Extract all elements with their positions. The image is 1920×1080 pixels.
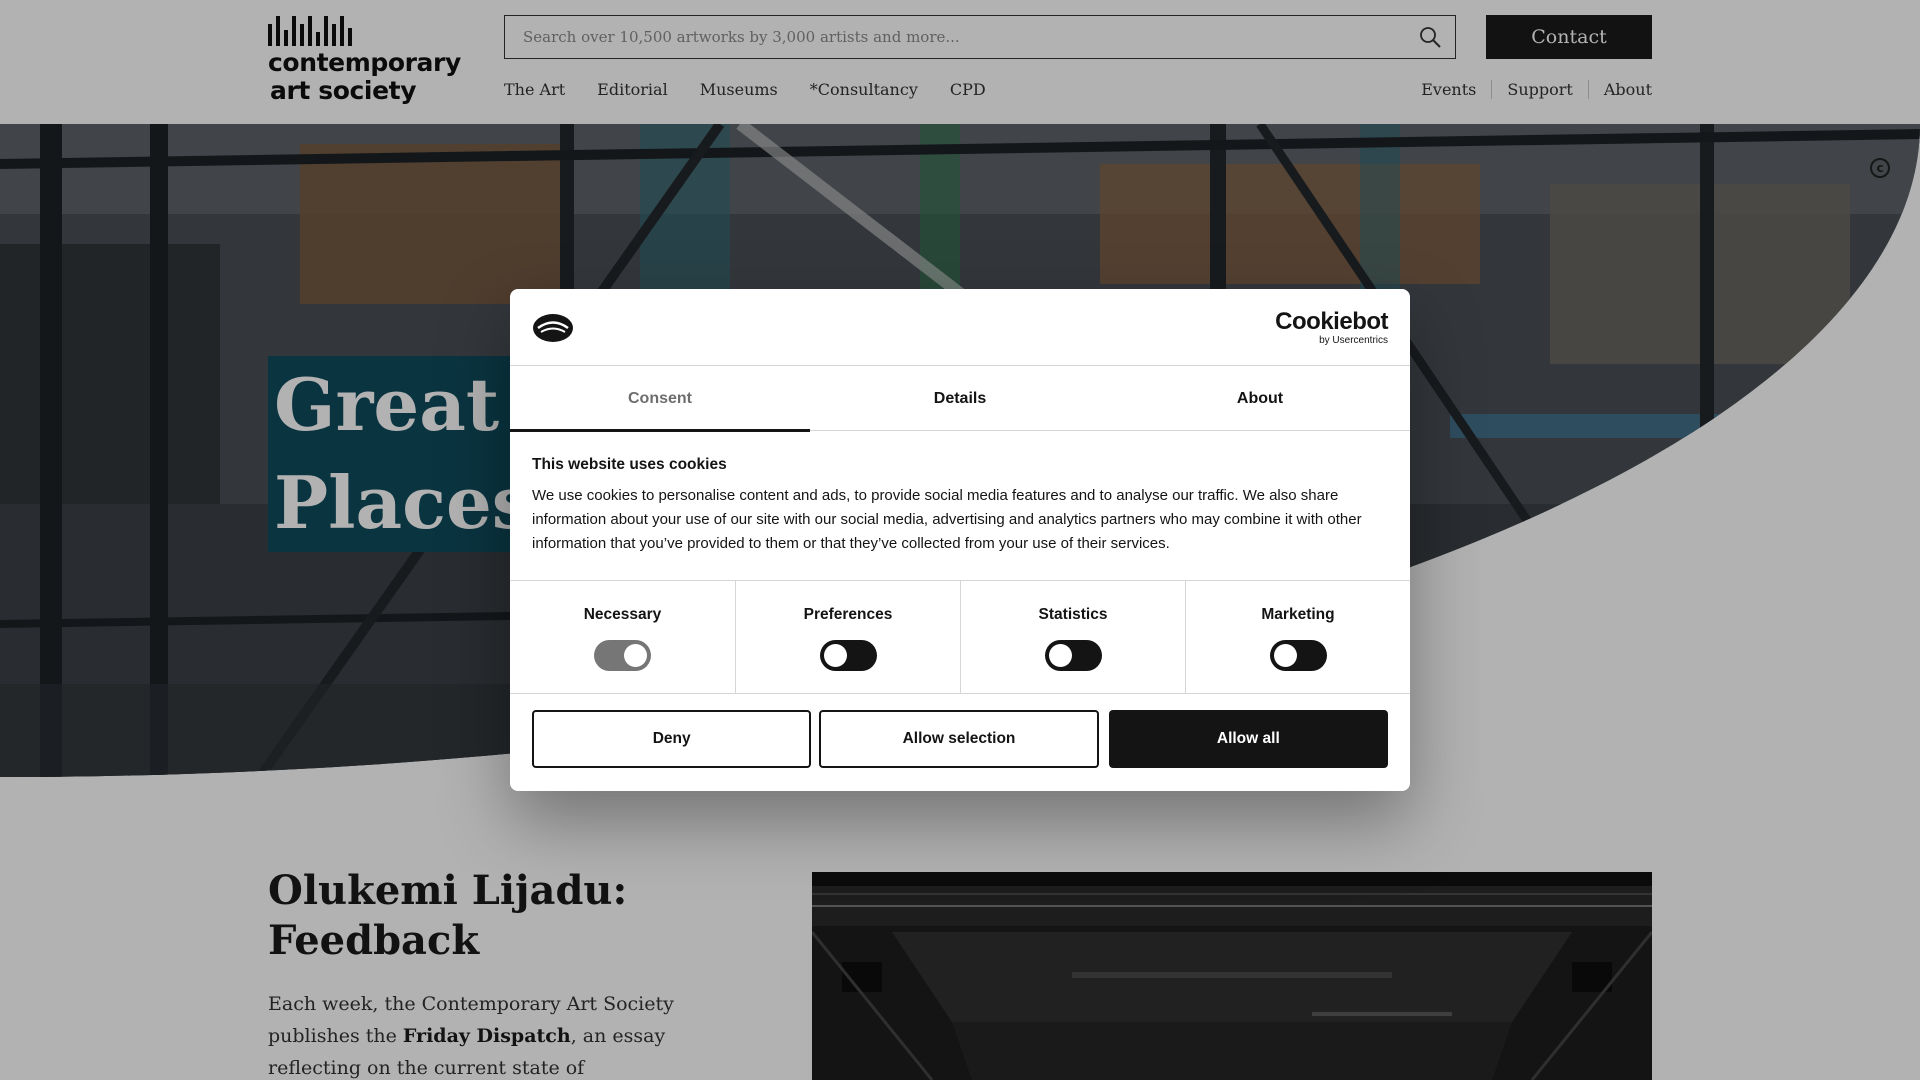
allow-selection-button[interactable]: Allow selection: [819, 710, 1099, 768]
category-preferences: Preferences: [735, 581, 960, 694]
toggle-knob: [1048, 644, 1072, 667]
cookiebot-brand-by: by Usercentrics: [1319, 335, 1388, 346]
preferences-toggle[interactable]: [819, 640, 877, 671]
tab-details[interactable]: Details: [810, 366, 1110, 431]
category-label: Marketing: [1261, 606, 1335, 623]
cookiebot-brand-name: Cookiebot: [1275, 308, 1388, 335]
category-statistics: Statistics: [960, 581, 1185, 694]
tab-about[interactable]: About: [1110, 366, 1410, 431]
dialog-header: Cookiebot by Usercentrics: [510, 289, 1410, 366]
tab-consent[interactable]: Consent: [510, 366, 810, 432]
toggle-knob: [624, 644, 647, 667]
category-marketing: Marketing: [1185, 581, 1410, 694]
cookiebot-logo-icon: [533, 314, 573, 342]
category-label: Preferences: [803, 606, 893, 623]
toggle-knob: [1273, 644, 1297, 667]
dialog-tabs: Consent Details About: [510, 366, 1410, 432]
cookiebot-brand[interactable]: Cookiebot by Usercentrics: [1275, 309, 1388, 347]
category-label: Necessary: [583, 606, 662, 623]
dialog-body: This website uses cookies We use cookies…: [532, 456, 1388, 556]
marketing-toggle[interactable]: [1269, 640, 1327, 671]
toggle-knob: [823, 644, 847, 667]
deny-button[interactable]: Deny: [532, 710, 812, 768]
cookie-categories: Necessary Preferences Statistics Marketi…: [510, 580, 1410, 694]
dialog-heading: This website uses cookies: [532, 456, 727, 473]
cookie-consent-dialog: Cookiebot by Usercentrics Consent Detail…: [510, 289, 1410, 791]
category-necessary: Necessary: [510, 581, 735, 694]
statistics-toggle[interactable]: [1044, 640, 1102, 671]
dialog-description: We use cookies to personalise content an…: [532, 487, 1362, 552]
dialog-buttons: Deny Allow selection Allow all: [532, 710, 1388, 768]
allow-all-button[interactable]: Allow all: [1108, 710, 1388, 768]
necessary-toggle: [594, 640, 651, 671]
category-label: Statistics: [1038, 606, 1108, 623]
